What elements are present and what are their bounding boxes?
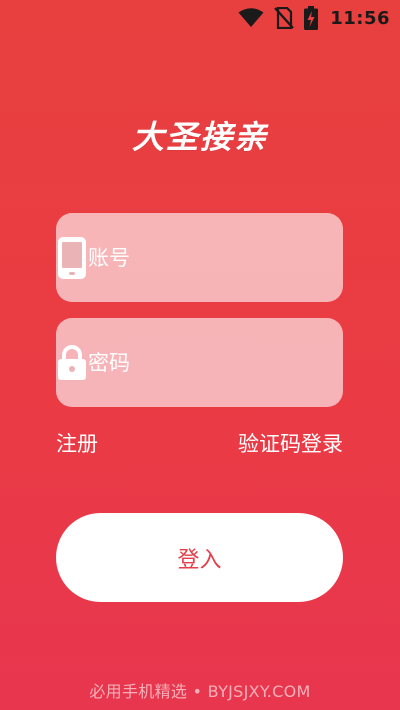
- status-bar: 11:56: [0, 0, 400, 36]
- phone-icon: [56, 213, 88, 302]
- login-button[interactable]: 登入: [56, 513, 343, 602]
- watermark-text: 必用手机精选 • BYJSJXY.COM: [89, 682, 311, 701]
- no-sim-icon: [274, 7, 295, 29]
- password-input[interactable]: [88, 332, 368, 393]
- battery-charging-icon: [304, 6, 319, 30]
- password-field[interactable]: [56, 318, 368, 407]
- lock-icon: [56, 318, 88, 407]
- app-title: 大圣接亲: [131, 118, 268, 156]
- login-screen: 11:56 大圣接亲 注册 验证码登录 登入 必用手机精选 • BY: [0, 0, 400, 710]
- status-time: 11:56: [330, 7, 390, 29]
- status-icons: 11:56: [238, 6, 390, 30]
- sms-login-link[interactable]: 验证码登录: [238, 428, 343, 458]
- wifi-icon: [238, 8, 264, 28]
- register-link[interactable]: 注册: [56, 428, 98, 458]
- account-input[interactable]: [88, 227, 368, 288]
- account-field[interactable]: [56, 213, 368, 302]
